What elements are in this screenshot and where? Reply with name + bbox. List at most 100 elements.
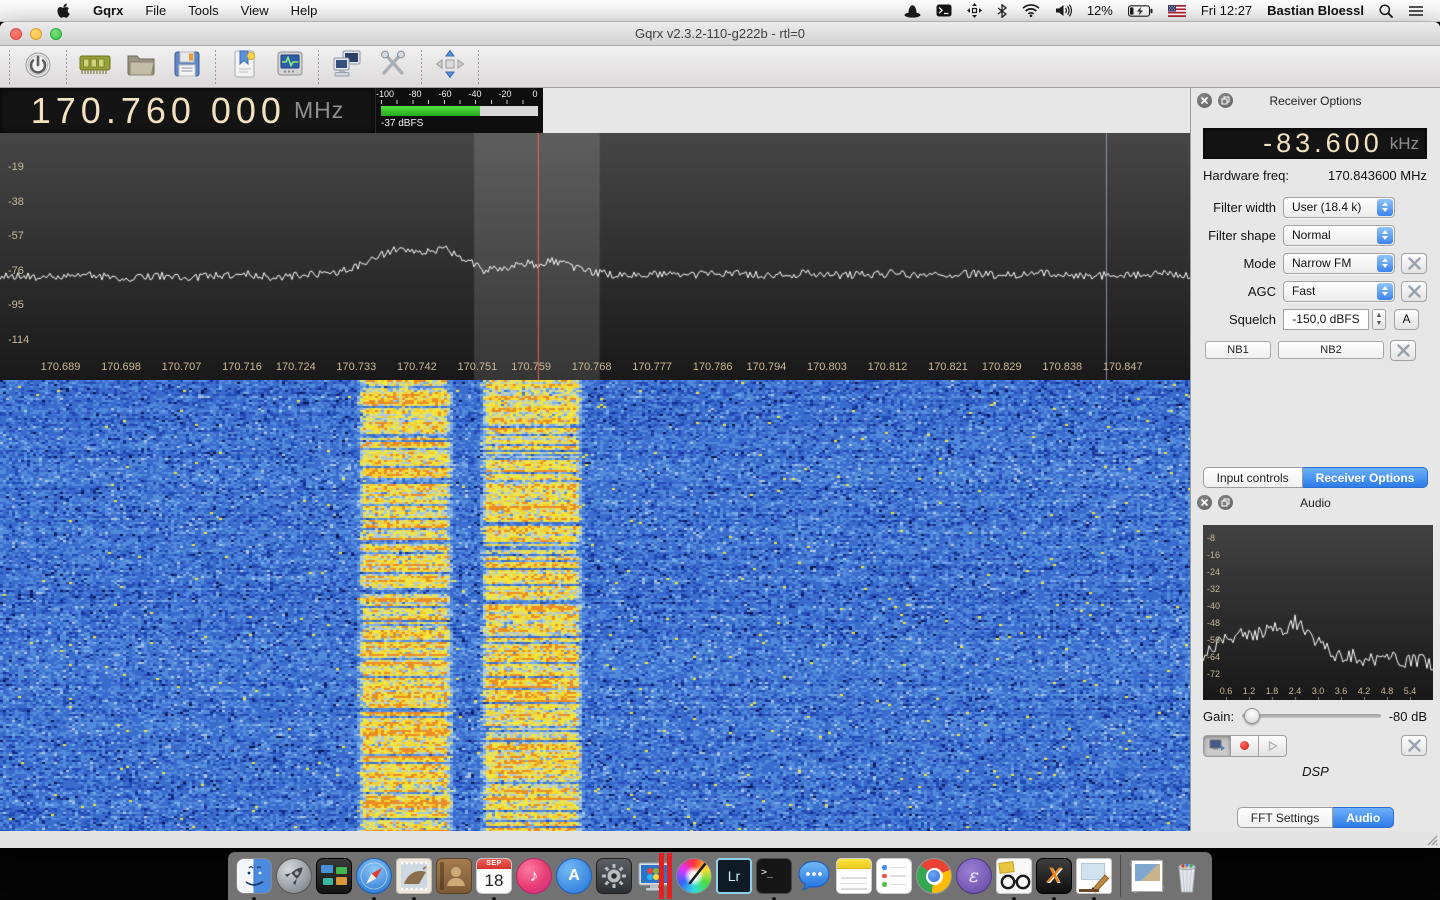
tools-icon bbox=[1396, 344, 1411, 357]
audio-panel-title: Audio bbox=[1191, 492, 1440, 514]
spotlight-icon[interactable] bbox=[1375, 0, 1397, 22]
frequency-digits[interactable]: 170.760 000 bbox=[31, 90, 286, 132]
open-button[interactable] bbox=[118, 48, 164, 86]
wifi-icon[interactable] bbox=[1018, 0, 1044, 22]
remote-control-icon bbox=[330, 49, 364, 85]
window-titlebar[interactable]: Gqrx v2.3.2-110-g222b - rtl=0 bbox=[0, 22, 1440, 46]
agc-options-button[interactable] bbox=[1401, 281, 1427, 302]
dock-item-calendar[interactable]: SEP18 bbox=[476, 858, 512, 894]
window-footer bbox=[0, 831, 1440, 848]
menu-clock[interactable]: Fri 12:27 bbox=[1197, 0, 1256, 22]
dock-item-skim[interactable] bbox=[996, 858, 1032, 894]
audio-stream-button[interactable] bbox=[1203, 735, 1231, 757]
gqrx-window: Gqrx v2.3.2-110-g222b - rtl=0 170.760 00… bbox=[0, 22, 1440, 848]
accessibility-icon[interactable] bbox=[963, 0, 986, 22]
squelch-stepper[interactable]: ▲▼ bbox=[1372, 309, 1386, 330]
dock-item-annotate[interactable] bbox=[1076, 858, 1112, 894]
receiver-panel-title: Receiver Options bbox=[1191, 90, 1440, 112]
squelch-auto-button[interactable]: A bbox=[1394, 309, 1419, 330]
filter-width-select[interactable]: User (18.4 k) bbox=[1283, 197, 1395, 218]
audio-play-button[interactable] bbox=[1259, 735, 1287, 757]
gain-slider[interactable] bbox=[1242, 714, 1381, 718]
offset-frequency-digits[interactable]: -83.600 bbox=[1263, 128, 1383, 159]
audio-y-tick-label: -40 bbox=[1207, 601, 1220, 611]
dock-item-finder[interactable] bbox=[236, 858, 272, 894]
menu-item-file[interactable]: File bbox=[134, 0, 177, 22]
alfred-icon[interactable] bbox=[900, 0, 925, 22]
dock-item-xquartz[interactable]: X bbox=[1036, 858, 1072, 894]
dock-item-app-store[interactable]: A bbox=[556, 858, 592, 894]
dock-item-photos-folder[interactable] bbox=[1129, 858, 1165, 894]
color-picker-icon bbox=[676, 858, 712, 894]
dock-item-parallels[interactable] bbox=[636, 858, 672, 894]
menu-item-view[interactable]: View bbox=[230, 0, 280, 22]
squelch-input[interactable]: -150,0 dBFS bbox=[1283, 309, 1369, 330]
mode-options-button[interactable] bbox=[1401, 253, 1427, 274]
nb-options-button[interactable] bbox=[1390, 340, 1416, 361]
noise-blanker-row: NB1 NB2 bbox=[1197, 339, 1436, 361]
battery-percentage[interactable]: 12% bbox=[1083, 0, 1117, 22]
dock-item-color-picker[interactable] bbox=[676, 858, 712, 894]
remote-control-button[interactable] bbox=[324, 48, 370, 86]
bookmarks-button[interactable] bbox=[221, 48, 267, 86]
terminal-status-icon[interactable] bbox=[932, 0, 956, 22]
meter-bar-fill bbox=[381, 106, 480, 116]
tab-fft-settings[interactable]: FFT Settings bbox=[1237, 807, 1333, 828]
menu-item-tools[interactable]: Tools bbox=[177, 0, 229, 22]
play-icon bbox=[1268, 741, 1278, 751]
pan-button[interactable] bbox=[427, 48, 473, 86]
dock-item-emacs[interactable]: ε bbox=[956, 858, 992, 894]
combo-stepper-icon bbox=[1377, 255, 1393, 272]
dock-item-mail[interactable] bbox=[396, 858, 432, 894]
dock-item-safari[interactable] bbox=[356, 858, 392, 894]
tools-button[interactable] bbox=[370, 48, 416, 86]
agc-select[interactable]: Fast bbox=[1283, 281, 1395, 302]
apple-menu[interactable] bbox=[46, 0, 82, 22]
dock-item-notes[interactable] bbox=[836, 858, 872, 894]
filter-shape-select[interactable]: Normal bbox=[1283, 225, 1395, 246]
bluetooth-icon[interactable] bbox=[993, 0, 1011, 22]
battery-charging-icon[interactable] bbox=[1124, 0, 1157, 22]
spectrum-plot[interactable] bbox=[0, 133, 1190, 380]
menu-item-gqrx[interactable]: Gqrx bbox=[82, 0, 134, 22]
offset-frequency-display[interactable]: -83.600 kHz bbox=[1203, 128, 1427, 159]
menu-item-help[interactable]: Help bbox=[280, 0, 329, 22]
audio-options-button[interactable] bbox=[1401, 735, 1427, 756]
device-config-button[interactable] bbox=[72, 48, 118, 86]
dock-item-reminders[interactable] bbox=[876, 858, 912, 894]
power-button[interactable] bbox=[15, 48, 61, 86]
iq-scope-button[interactable] bbox=[267, 48, 313, 86]
tab-receiver-options[interactable]: Receiver Options bbox=[1303, 467, 1429, 488]
frequency-display[interactable]: 170.760 000 MHz bbox=[0, 88, 375, 133]
spectrum-x-tick-label: 170.786 bbox=[693, 361, 733, 373]
toolbar bbox=[0, 46, 1440, 88]
menu-bar: GqrxFileToolsViewHelp 12% Fri 12:27 Bastia… bbox=[0, 0, 1440, 22]
dock-item-itunes[interactable]: ♪ bbox=[516, 858, 552, 894]
mode-select[interactable]: Narrow FM bbox=[1283, 253, 1395, 274]
dock-item-mission-control[interactable] bbox=[316, 858, 352, 894]
dock-item-terminal[interactable]: >_ bbox=[756, 858, 792, 894]
dock-item-trash[interactable] bbox=[1169, 858, 1205, 894]
notification-center-icon[interactable] bbox=[1404, 0, 1428, 22]
nb2-button[interactable]: NB2 bbox=[1278, 341, 1384, 359]
dock-item-contacts[interactable] bbox=[436, 858, 472, 894]
user-name[interactable]: Bastian Bloessl bbox=[1263, 0, 1368, 22]
gain-slider-knob[interactable] bbox=[1244, 708, 1260, 724]
tab-audio[interactable]: Audio bbox=[1333, 807, 1394, 828]
tab-input-controls[interactable]: Input controls bbox=[1203, 467, 1303, 488]
us-flag-icon[interactable] bbox=[1164, 0, 1190, 22]
dock-separator bbox=[1120, 855, 1121, 897]
resize-grip[interactable] bbox=[1425, 833, 1438, 846]
nb1-button[interactable]: NB1 bbox=[1205, 341, 1271, 359]
dock-item-launchpad[interactable] bbox=[276, 858, 312, 894]
spectrum-panel: -19-38-57-76-95-114170.689170.698170.707… bbox=[0, 133, 1190, 380]
dock-item-lightroom[interactable]: Lr bbox=[716, 858, 752, 894]
dock-item-messages[interactable] bbox=[796, 858, 832, 894]
dock-item-system-preferences[interactable] bbox=[596, 858, 632, 894]
volume-icon[interactable] bbox=[1051, 0, 1076, 22]
save-button[interactable] bbox=[164, 48, 210, 86]
dock-item-chrome[interactable] bbox=[916, 858, 952, 894]
waterfall-panel bbox=[0, 380, 1190, 831]
audio-record-button[interactable] bbox=[1231, 735, 1259, 757]
waterfall-plot[interactable] bbox=[0, 380, 1190, 831]
